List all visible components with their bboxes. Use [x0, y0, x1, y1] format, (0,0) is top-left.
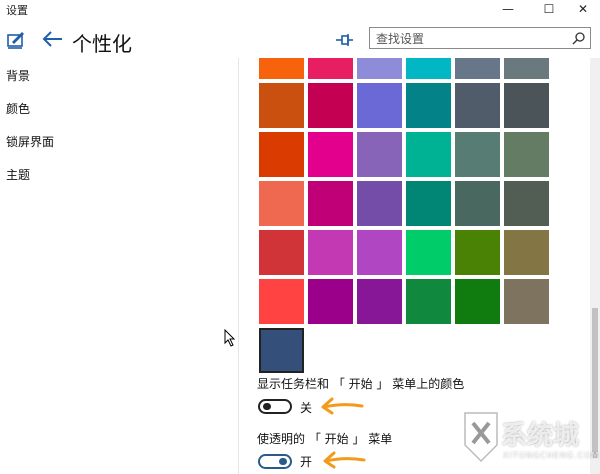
accent-color-swatch[interactable]: [259, 132, 304, 177]
transparent-start-label: 使透明的 「 开始 」 菜单: [257, 432, 393, 446]
accent-color-swatch[interactable]: [308, 132, 353, 177]
minimize-button[interactable]: —: [491, 0, 525, 18]
accent-color-swatch[interactable]: [455, 58, 500, 79]
accent-color-swatch[interactable]: [357, 83, 402, 128]
accent-color-swatch[interactable]: [504, 132, 549, 177]
close-button[interactable]: ✕: [566, 0, 600, 18]
accent-color-swatch[interactable]: [455, 83, 500, 128]
search-input[interactable]: [370, 29, 560, 49]
accent-color-swatch[interactable]: [504, 58, 549, 79]
window-title: 设置: [6, 4, 28, 17]
sidebar-item-colors[interactable]: 颜色: [6, 100, 30, 117]
accent-color-swatch[interactable]: [308, 58, 353, 79]
accent-color-swatch[interactable]: [259, 230, 304, 275]
accent-color-swatch[interactable]: [357, 132, 402, 177]
sidebar-item-background[interactable]: 背景: [6, 67, 30, 84]
sidebar-divider: [238, 58, 239, 474]
annotation-arrow-icon: [321, 397, 364, 415]
accent-color-swatch[interactable]: [308, 83, 353, 128]
watermark-text: 系统城: [501, 421, 580, 451]
back-arrow-icon[interactable]: [40, 26, 66, 52]
personalization-icon: [7, 32, 24, 49]
sidebar-nav: 背景 颜色 锁屏界面 主题: [0, 58, 238, 474]
taskbar-start-color-toggle[interactable]: [258, 399, 292, 414]
maximize-button[interactable]: ☐: [532, 0, 566, 18]
accent-color-swatch[interactable]: [406, 181, 451, 226]
search-box[interactable]: [369, 27, 591, 49]
accent-color-swatch[interactable]: [357, 230, 402, 275]
accent-color-swatch[interactable]: [504, 230, 549, 275]
accent-color-swatch[interactable]: [406, 230, 451, 275]
transparent-start-state: 开: [300, 455, 313, 469]
accent-color-swatch[interactable]: [455, 279, 500, 324]
accent-color-swatch[interactable]: [259, 328, 304, 373]
accent-color-swatch[interactable]: [259, 83, 304, 128]
watermark: 系统城 XITONGCHENG.COM: [455, 405, 600, 474]
accent-color-swatch[interactable]: [455, 230, 500, 275]
accent-color-swatch[interactable]: [504, 279, 549, 324]
transparent-start-toggle[interactable]: [258, 454, 292, 469]
accent-color-swatch[interactable]: [357, 58, 402, 79]
taskbar-start-color-state: 关: [300, 401, 313, 415]
accent-color-swatch[interactable]: [259, 58, 304, 79]
page-title: 个性化: [72, 32, 132, 56]
annotation-arrow-icon: [323, 451, 366, 469]
accent-color-swatch[interactable]: [455, 181, 500, 226]
accent-color-swatch[interactable]: [406, 58, 451, 79]
accent-color-swatch[interactable]: [455, 132, 500, 177]
accent-color-swatch[interactable]: [357, 279, 402, 324]
accent-color-swatch[interactable]: [259, 181, 304, 226]
accent-color-swatch[interactable]: [406, 279, 451, 324]
toggle-knob: [279, 458, 287, 465]
search-icon[interactable]: [572, 31, 586, 45]
sidebar-item-themes[interactable]: 主题: [6, 166, 30, 183]
accent-color-swatch[interactable]: [406, 132, 451, 177]
accent-color-swatch[interactable]: [504, 83, 549, 128]
title-bar: 设置 — ☐ ✕: [0, 0, 600, 18]
accent-color-swatch[interactable]: [504, 181, 549, 226]
watermark-subtext: XITONGCHENG.COM: [503, 451, 600, 460]
mouse-cursor-icon: [224, 329, 236, 347]
sidebar-item-lock-screen[interactable]: 锁屏界面: [6, 133, 54, 150]
accent-color-swatch[interactable]: [357, 181, 402, 226]
toggle-knob: [263, 403, 271, 410]
watermark-logo-icon: [464, 412, 498, 463]
taskbar-start-color-label: 显示任务栏和 「 开始 」 菜单上的颜色: [257, 377, 465, 391]
accent-color-swatch[interactable]: [308, 279, 353, 324]
accent-color-swatch[interactable]: [308, 230, 353, 275]
accent-color-swatch[interactable]: [308, 181, 353, 226]
accent-color-swatch[interactable]: [406, 83, 451, 128]
pin-icon[interactable]: [334, 30, 354, 50]
accent-color-swatch[interactable]: [259, 279, 304, 324]
